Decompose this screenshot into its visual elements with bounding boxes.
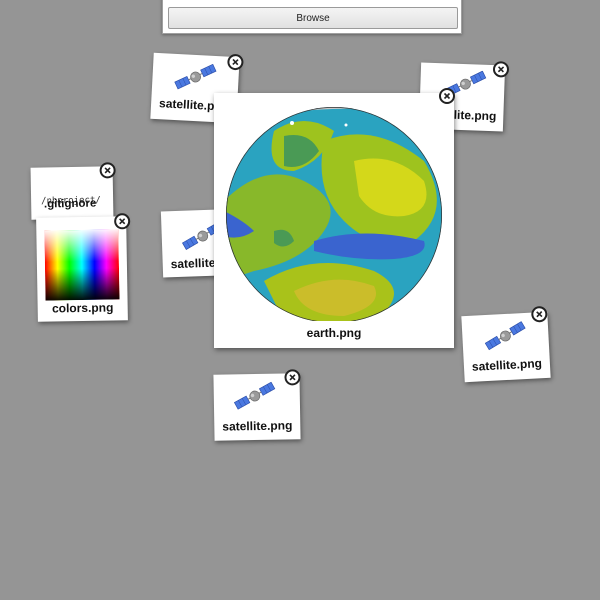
close-icon bbox=[103, 165, 113, 175]
remove-file-button[interactable] bbox=[284, 369, 301, 386]
browse-button[interactable]: Browse bbox=[168, 7, 458, 29]
remove-file-button[interactable] bbox=[114, 213, 131, 230]
remove-file-button[interactable] bbox=[492, 61, 510, 78]
color-spectrum-image bbox=[44, 229, 120, 301]
file-name-label: satellite.png bbox=[222, 418, 293, 434]
file-card-satellite[interactable]: satellite.png bbox=[461, 305, 551, 383]
file-name-label: .gitignore bbox=[43, 197, 97, 211]
remove-file-button[interactable] bbox=[99, 162, 116, 179]
upload-panel: Browse bbox=[162, 0, 462, 34]
file-card-earth[interactable]: earth.png bbox=[214, 88, 455, 348]
close-icon bbox=[230, 57, 241, 68]
remove-file-button[interactable] bbox=[227, 53, 244, 71]
remove-file-button[interactable] bbox=[530, 305, 548, 323]
satellite-icon bbox=[174, 62, 217, 92]
close-icon bbox=[287, 372, 297, 382]
file-card-gitignore[interactable]: /nbproject/ *~ .gitignore bbox=[30, 162, 116, 240]
file-card-satellite[interactable]: satellite.png bbox=[213, 369, 301, 441]
satellite-icon bbox=[484, 321, 527, 351]
file-name-label: earth.png bbox=[306, 326, 362, 340]
file-card-colors[interactable]: colors.png bbox=[36, 213, 131, 322]
earth-globe-image bbox=[226, 107, 442, 321]
close-icon bbox=[534, 309, 545, 320]
satellite-icon bbox=[234, 382, 276, 411]
close-icon bbox=[442, 91, 452, 101]
close-icon bbox=[496, 64, 506, 74]
remove-file-button[interactable] bbox=[439, 88, 455, 104]
close-icon bbox=[117, 216, 127, 226]
file-name-label: satellite.png bbox=[471, 356, 543, 374]
file-name-label: colors.png bbox=[51, 300, 114, 316]
